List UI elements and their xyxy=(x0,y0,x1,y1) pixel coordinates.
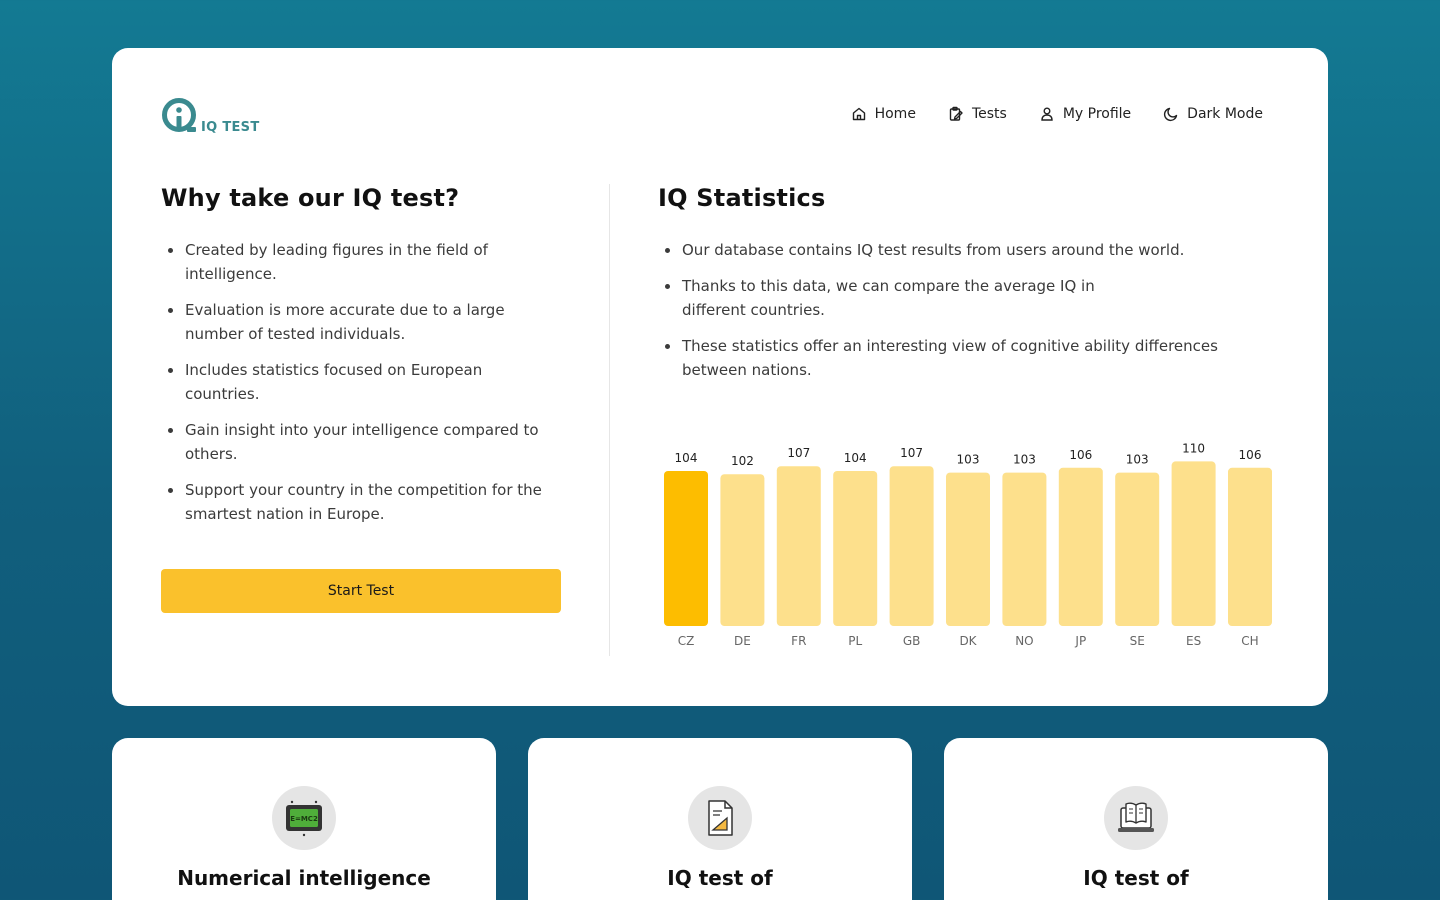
category-label-pl: PL xyxy=(848,634,862,648)
bar-ch xyxy=(1228,467,1272,626)
category-label-de: DE xyxy=(734,634,751,648)
category-label-fr: FR xyxy=(791,634,806,648)
nav-profile[interactable]: My Profile xyxy=(1039,106,1131,122)
nav-tests[interactable]: Tests xyxy=(948,106,1007,122)
moon-icon xyxy=(1164,107,1178,122)
card-numerical[interactable]: E=MC2 Numerical intelligence xyxy=(112,738,496,900)
logo[interactable]: IQ TEST xyxy=(161,98,261,138)
category-label-se: SE xyxy=(1130,634,1145,648)
user-icon xyxy=(1041,107,1053,121)
main-nav: Home Tests My Profile Dark Mode xyxy=(851,106,1263,122)
nav-tests-label: Tests xyxy=(971,106,1007,122)
iq-bar-chart: 104 CZ 102 DE 107 FR 104 PL 107 GB 103 DK 103 NO 106 JP… xyxy=(664,441,1272,648)
value-label-cz: 104 xyxy=(675,451,698,465)
value-label-dk: 103 xyxy=(957,453,980,467)
bar-jp xyxy=(1058,467,1103,626)
value-label-jp: 106 xyxy=(1069,448,1092,462)
category-label-cz: CZ xyxy=(678,634,695,648)
nav-profile-label: My Profile xyxy=(1062,106,1132,122)
why-list: Created by leading figures in the field … xyxy=(161,238,561,526)
geometry-document-icon xyxy=(688,786,752,850)
bar-gb xyxy=(889,466,934,626)
stats-list: Our database contains IQ test results fr… xyxy=(658,238,1278,382)
value-label-de: 102 xyxy=(731,454,754,468)
nav-dark-mode[interactable]: Dark Mode xyxy=(1163,106,1263,122)
stats-section: IQ Statistics Our database contains IQ t… xyxy=(658,184,1278,394)
card-title: IQ test of xyxy=(667,866,773,890)
bar-dk xyxy=(946,472,990,626)
stats-bullet: Our database contains IQ test results fr… xyxy=(658,238,1278,262)
bar-es xyxy=(1171,461,1216,626)
value-label-ch: 106 xyxy=(1239,448,1262,462)
bar-fr xyxy=(776,466,821,626)
bar-no xyxy=(1002,472,1047,626)
nav-home-label: Home xyxy=(874,106,916,122)
card-verbal[interactable]: IQ test of xyxy=(944,738,1328,900)
why-bullet: Includes statistics focused on European … xyxy=(161,358,501,406)
home-icon xyxy=(852,107,865,121)
why-section: Why take our IQ test? Created by leading… xyxy=(161,184,561,613)
clipboard-edit-icon xyxy=(949,106,963,121)
formula-board-icon: E=MC2 xyxy=(272,786,336,850)
category-label-es: ES xyxy=(1186,634,1201,648)
value-label-es: 110 xyxy=(1182,441,1205,455)
why-bullet: Support your country in the competition … xyxy=(161,478,561,526)
nav-dark-mode-label: Dark Mode xyxy=(1187,106,1263,122)
category-label-jp: JP xyxy=(1074,634,1086,648)
stats-bullet: Thanks to this data, we can compare the … xyxy=(658,274,1138,322)
logo-text: IQ TEST xyxy=(201,120,260,135)
category-label-dk: DK xyxy=(959,634,977,648)
stats-bullet: These statistics offer an interesting vi… xyxy=(658,334,1278,382)
book-laptop-icon xyxy=(1104,786,1168,850)
card-title: IQ test of xyxy=(1083,866,1189,890)
bar-cz xyxy=(664,471,708,626)
column-divider xyxy=(609,184,610,656)
why-bullet: Evaluation is more accurate due to a lar… xyxy=(161,298,561,346)
value-label-no: 103 xyxy=(1013,453,1036,467)
bar-se xyxy=(1115,472,1160,626)
svg-text:E=MC2: E=MC2 xyxy=(290,815,318,823)
logo-icon xyxy=(162,98,196,132)
main-card: IQ TEST Home Tests My Profile Dark Mode … xyxy=(112,48,1328,706)
why-bullet: Created by leading figures in the field … xyxy=(161,238,501,286)
why-bullet: Gain insight into your intelligence comp… xyxy=(161,418,561,466)
value-label-se: 103 xyxy=(1126,453,1149,467)
value-label-gb: 107 xyxy=(900,446,923,460)
category-label-gb: GB xyxy=(903,634,921,648)
card-title: Numerical intelligence xyxy=(177,866,431,890)
nav-home[interactable]: Home xyxy=(851,106,916,122)
value-label-pl: 104 xyxy=(844,451,867,465)
category-label-ch: CH xyxy=(1241,634,1258,648)
why-title: Why take our IQ test? xyxy=(161,184,460,212)
bar-pl xyxy=(833,471,878,626)
stats-title: IQ Statistics xyxy=(658,184,826,212)
category-label-no: NO xyxy=(1015,634,1033,648)
value-label-fr: 107 xyxy=(787,446,810,460)
bar-de xyxy=(720,474,765,626)
start-test-button[interactable]: Start Test xyxy=(161,569,561,613)
card-spatial[interactable]: IQ test of xyxy=(528,738,912,900)
